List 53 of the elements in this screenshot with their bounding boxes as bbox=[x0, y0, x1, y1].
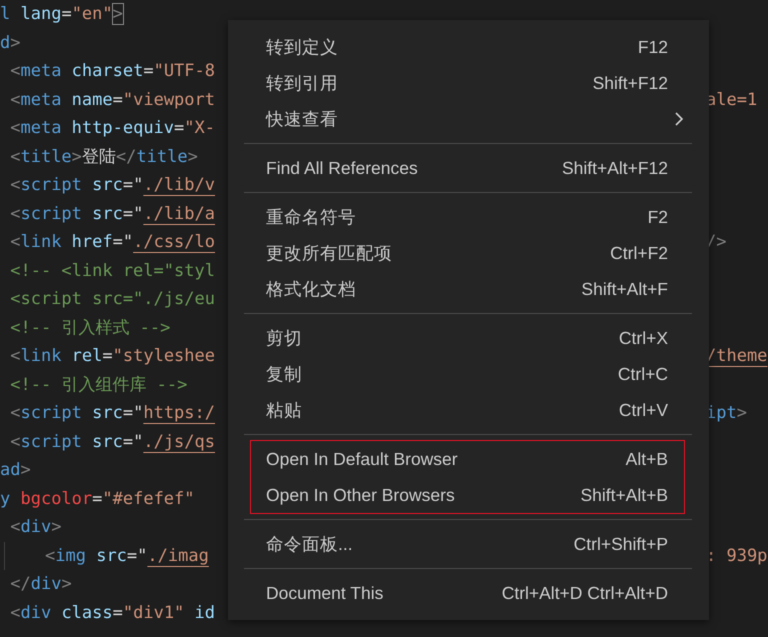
keyboard-shortcut: Shift+Alt+B bbox=[580, 484, 668, 506]
keyboard-shortcut: Shift+Alt+F12 bbox=[562, 158, 668, 178]
menu-item[interactable]: 重命名符号 F2 bbox=[251, 199, 684, 235]
code-line: <meta name="viewport bbox=[9, 90, 215, 110]
code-line: <script src="./js/eu bbox=[9, 289, 215, 310]
menu-item[interactable]: 更改所有匹配项 Ctrl+F2 bbox=[251, 235, 684, 271]
chevron-right-icon bbox=[674, 111, 684, 127]
code-line: d> bbox=[0, 32, 20, 53]
keyboard-shortcut: Shift+F12 bbox=[592, 72, 668, 94]
code-line-end: ipt> bbox=[706, 403, 748, 424]
keyboard-shortcut: Shift+Alt+F bbox=[581, 278, 668, 300]
code-line: l lang="en"> bbox=[0, 4, 123, 24]
menu-item[interactable]: 粘贴 Ctrl+V bbox=[251, 392, 684, 428]
menu-item[interactable]: Open In Other Browsers Shift+Alt+B bbox=[251, 477, 684, 513]
code-line: <script src="./lib/v bbox=[9, 175, 215, 196]
menu-item[interactable]: 快速查看 bbox=[251, 101, 684, 137]
code-line: <title>登陆</title> bbox=[9, 146, 198, 168]
keyboard-shortcut: F2 bbox=[648, 206, 668, 228]
code-line-end: /theme bbox=[706, 346, 768, 366]
keyboard-shortcut: Ctrl+V bbox=[618, 400, 668, 420]
code-line: <!-- 引入组件库 --> bbox=[9, 374, 188, 396]
menu-item[interactable]: 格式化文档 Shift+Alt+F bbox=[251, 271, 684, 307]
code-line-end: : 939p bbox=[706, 546, 768, 566]
code-line: <div> bbox=[9, 517, 62, 538]
keyboard-shortcut: Ctrl+Shift+P bbox=[574, 534, 668, 554]
code-line: <script src="./lib/a bbox=[9, 204, 215, 224]
menu-item[interactable]: 命令面板... Ctrl+Shift+P bbox=[251, 526, 684, 562]
code-line: ad> bbox=[0, 460, 31, 480]
code-line: <meta http-equiv="X- bbox=[9, 118, 215, 138]
code-line: <script src="./js/qs bbox=[9, 432, 215, 452]
menu-item[interactable]: Find All References Shift+Alt+F12 bbox=[251, 150, 684, 186]
keyboard-shortcut: Ctrl+X bbox=[618, 328, 668, 348]
code-line: <meta charset="UTF-8 bbox=[9, 61, 215, 82]
menu-item[interactable]: 转到引用 Shift+F12 bbox=[251, 65, 684, 101]
code-line: <img src="./imag bbox=[45, 546, 209, 566]
keyboard-shortcut: Ctrl+F2 bbox=[610, 242, 668, 264]
keyboard-shortcut: Alt+B bbox=[626, 448, 668, 470]
keyboard-shortcut: Ctrl+Alt+D Ctrl+Alt+D bbox=[502, 582, 668, 604]
code-line: <!-- 引入样式 --> bbox=[9, 317, 170, 340]
code-line: </div> bbox=[9, 574, 72, 594]
menu-item[interactable]: 转到定义 F12 bbox=[251, 29, 684, 65]
code-line: y bgcolor="#efefef" bbox=[0, 488, 195, 509]
menu-item[interactable]: Open In Default Browser Alt+B bbox=[251, 441, 684, 477]
menu-item[interactable]: 复制 Ctrl+C bbox=[251, 356, 684, 392]
keyboard-shortcut: F12 bbox=[638, 36, 668, 58]
menu-item[interactable]: 剪切 Ctrl+X bbox=[251, 320, 684, 356]
keyboard-shortcut: Ctrl+C bbox=[618, 364, 668, 384]
code-line: <!-- <link rel="styl bbox=[9, 260, 215, 281]
code-line: <script src="https:/ bbox=[9, 403, 215, 424]
code-line: <link rel="styleshee bbox=[9, 346, 215, 366]
code-line: <link href="./css/lo bbox=[9, 232, 215, 252]
code-line: <div class="div1" id bbox=[9, 602, 216, 623]
menu-item[interactable]: Document This Ctrl+Alt+D Ctrl+Alt+D bbox=[251, 575, 684, 611]
